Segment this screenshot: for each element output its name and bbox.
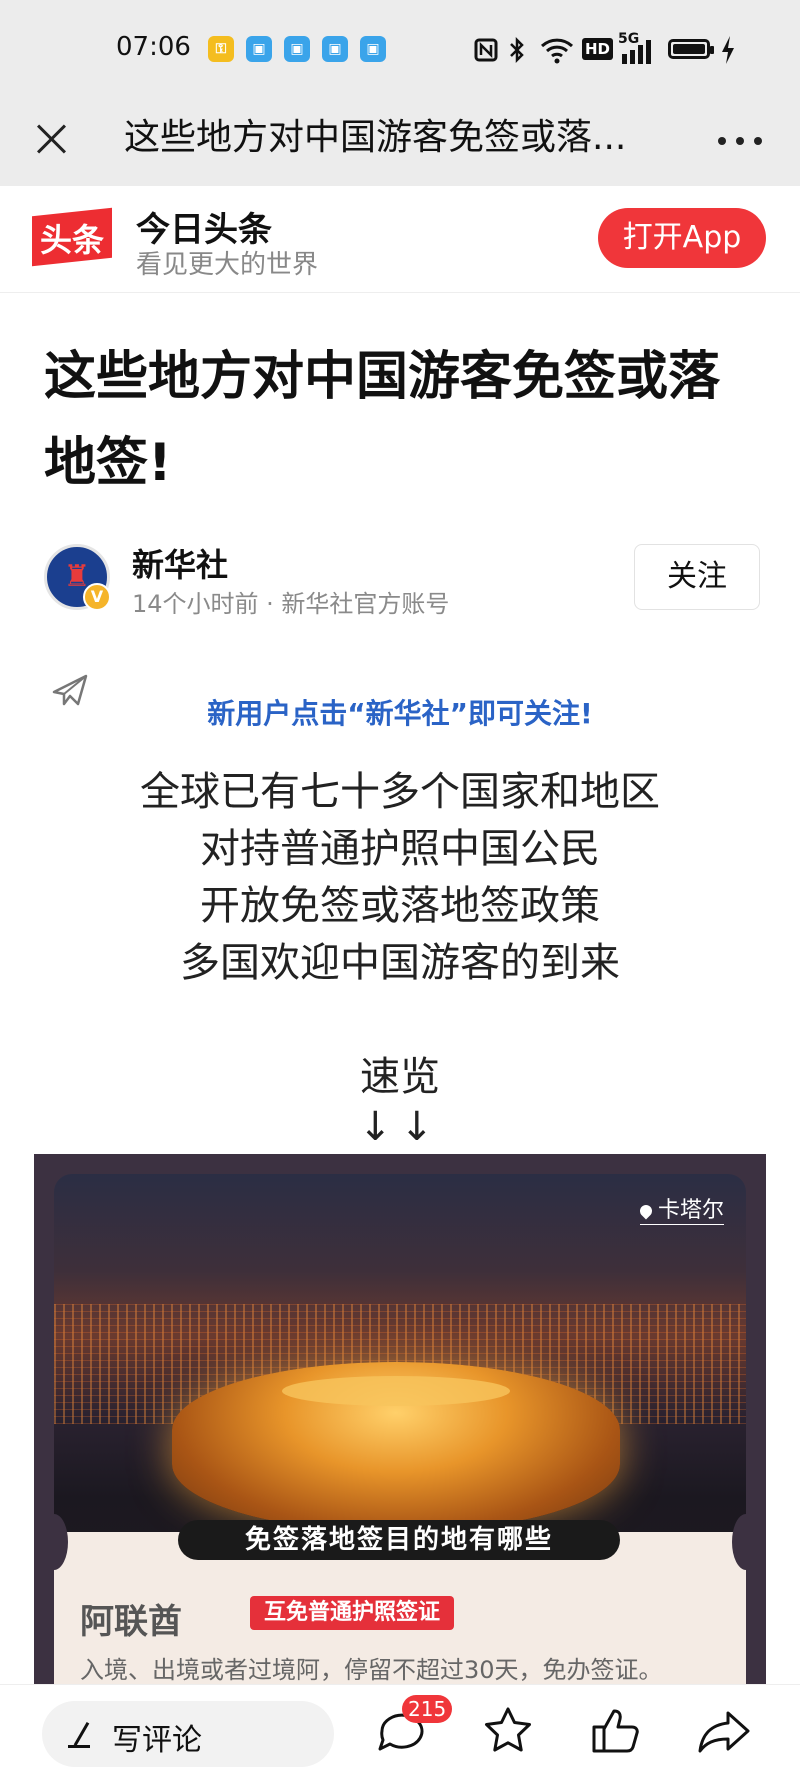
- bottom-action-bar: 写评论 215: [0, 1684, 800, 1779]
- app-slogan: 看见更大的世界: [136, 250, 319, 280]
- nav-bar: 这些地方对中国游客免签或落...: [0, 92, 800, 186]
- app-notification-icon: ▣: [284, 36, 310, 62]
- visa-description: 入境、出境或者过境阿，停留不超过30天，免办签证。: [80, 1656, 663, 1684]
- quick-view-label: 速览: [360, 1054, 440, 1100]
- close-icon[interactable]: [26, 114, 76, 164]
- nfc-icon: [474, 38, 498, 62]
- follow-promo-text: 新用户点击“新华社”即可关注!: [207, 697, 593, 730]
- wifi-icon: [540, 38, 574, 64]
- verse-line: 对持普通护照中国公民: [200, 826, 600, 872]
- nav-title: 这些地方对中国游客免签或落...: [124, 117, 627, 158]
- star-icon[interactable]: [478, 1701, 538, 1761]
- open-app-button[interactable]: 打开App: [598, 208, 766, 268]
- author-name[interactable]: 新华社: [132, 540, 228, 586]
- article-image[interactable]: 卡塔尔 阿联酋 互免普通护照签证 入境、出境或者过境阿，停留不超过30天，免办签…: [34, 1154, 766, 1684]
- comment-input[interactable]: 写评论: [42, 1701, 334, 1767]
- verse-line: 多国欢迎中国游客的到来: [180, 940, 620, 986]
- image-ribbon: 免签落地签目的地有哪些: [178, 1520, 620, 1560]
- app-notification-icon: ▣: [360, 36, 386, 62]
- hd-icon: HD: [582, 38, 614, 60]
- verse-line: 全球已有七十多个国家和地区: [140, 769, 660, 815]
- verified-badge-icon: V: [83, 583, 111, 611]
- signal-icon: [622, 40, 651, 64]
- article-title: 这些地方对中国游客免签或落地签!: [44, 347, 721, 493]
- stadium-photo: 卡塔尔 阿联酋 互免普通护照签证 入境、出境或者过境阿，停留不超过30天，免办签…: [54, 1174, 746, 1684]
- comment-placeholder: 写评论: [112, 1723, 202, 1758]
- app-banner: 头条 今日头条 看见更大的世界 打开App: [0, 186, 800, 293]
- key-notification-icon: ⚿: [208, 36, 234, 62]
- down-arrows: ↓↓: [358, 1104, 442, 1150]
- pen-icon: [68, 1721, 94, 1748]
- visa-tag: 互免普通护照签证: [250, 1596, 455, 1630]
- app-notification-icon: ▣: [246, 36, 272, 62]
- location-label: 卡塔尔: [637, 1192, 724, 1225]
- thumbs-up-icon[interactable]: [586, 1701, 646, 1761]
- charging-icon: [722, 36, 734, 64]
- location-pin-icon: [637, 1202, 655, 1220]
- status-time: 07:06: [116, 32, 191, 62]
- more-icon[interactable]: [712, 120, 768, 160]
- bluetooth-icon: [510, 36, 524, 64]
- author-avatar[interactable]: ♜ V: [44, 544, 111, 611]
- country-name: 阿联酋: [80, 1602, 182, 1642]
- status-bar: 07:06 ⚿ ▣ ▣ ▣ ▣ HD 5G: [0, 0, 800, 92]
- app-notification-icon: ▣: [322, 36, 348, 62]
- follow-button[interactable]: 关注: [634, 544, 760, 610]
- toutiao-logo: 头条: [32, 202, 112, 280]
- comment-count-badge: 215: [402, 1695, 453, 1723]
- battery-icon: [668, 39, 714, 59]
- stadium-illustration: [172, 1362, 620, 1532]
- verse-line: 开放免签或落地签政策: [200, 883, 600, 929]
- share-icon[interactable]: [694, 1701, 754, 1761]
- article-meta: 14个小时前 · 新华社官方账号: [132, 590, 450, 618]
- intro-verse: 全球已有七十多个国家和地区 对持普通护照中国公民 开放免签或落地签政策 多国欢迎…: [0, 764, 800, 992]
